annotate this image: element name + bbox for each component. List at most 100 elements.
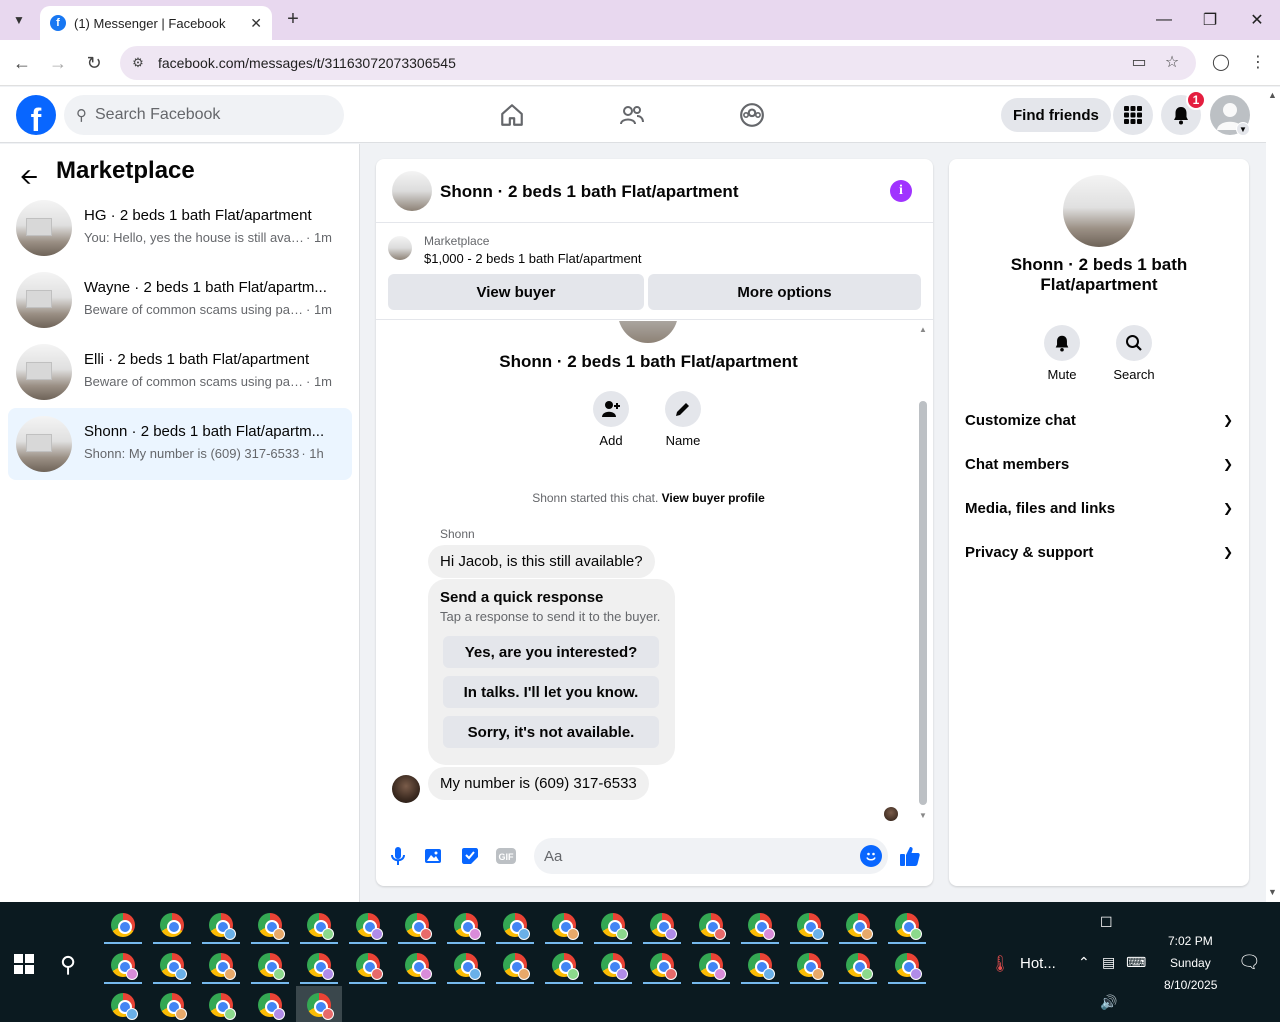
reload-icon[interactable]: ↻ (82, 51, 106, 75)
facebook-logo-icon[interactable]: f (16, 95, 56, 135)
taskbar-chrome-window-icon[interactable] (247, 946, 293, 984)
taskbar-chrome-window-icon[interactable] (590, 946, 636, 984)
taskbar-chrome-window-icon[interactable] (198, 986, 244, 1022)
taskbar-chrome-window-icon[interactable] (541, 946, 587, 984)
notification-center-icon[interactable]: 🗨 (1238, 952, 1261, 973)
install-app-icon[interactable]: ▭ (1128, 51, 1150, 73)
taskbar-chrome-window-icon[interactable] (590, 906, 636, 944)
chat-thumbnail[interactable] (392, 171, 432, 211)
chrome-menu-icon[interactable]: ⋮ (1247, 51, 1269, 73)
add-people-action[interactable]: Add (581, 391, 641, 448)
taskbar-chrome-window-icon[interactable] (835, 906, 881, 944)
taskbar-chrome-window-icon[interactable] (688, 946, 734, 984)
microphone-icon[interactable] (386, 844, 410, 868)
tab-close-icon[interactable]: ✕ (250, 15, 262, 32)
home-nav-icon[interactable] (492, 95, 532, 135)
volume-icon[interactable]: 🔊 (1100, 994, 1117, 1011)
conversation-item[interactable]: HG · 2 beds 1 bath Flat/apartment You: H… (8, 192, 352, 264)
taskbar-chrome-window-icon[interactable] (345, 906, 391, 944)
conversation-item-active[interactable]: Shonn · 2 beds 1 bath Flat/apartm... Sho… (8, 408, 352, 480)
quick-response-button[interactable]: In talks. I'll let you know. (443, 676, 659, 708)
chat-title[interactable]: Shonn · 2 beds 1 bath Flat/apartment (440, 182, 738, 202)
taskbar-chrome-window-icon[interactable] (737, 906, 783, 944)
taskbar-chrome-window-icon[interactable] (639, 946, 685, 984)
conversation-item[interactable]: Elli · 2 beds 1 bath Flat/apartment Bewa… (8, 336, 352, 408)
message-scrollbar[interactable]: ▲ ▼ (918, 325, 928, 821)
taskbar-chrome-window-icon[interactable] (884, 946, 930, 984)
taskbar-chrome-window-icon[interactable] (296, 946, 342, 984)
taskbar-chrome-window-icon[interactable] (247, 986, 293, 1022)
media-files-links-section[interactable]: Media, files and links ❯ (965, 490, 1233, 526)
search-chat-action[interactable]: Search (1104, 325, 1164, 382)
message-input[interactable] (544, 847, 844, 865)
taskbar-chrome-window-icon[interactable] (149, 906, 195, 944)
gif-icon[interactable]: GIF (494, 844, 518, 868)
taskbar-chrome-window-icon[interactable] (737, 946, 783, 984)
taskbar-chrome-window-icon[interactable] (884, 906, 930, 944)
taskbar-search-icon[interactable]: ⚲ (60, 952, 76, 978)
taskbar-chrome-window-icon[interactable] (492, 906, 538, 944)
page-scrollbar[interactable]: ▲ ▼ (1266, 87, 1280, 902)
message-input-box[interactable] (534, 838, 888, 874)
scroll-down-icon[interactable]: ▼ (918, 811, 928, 820)
friends-nav-icon[interactable] (612, 95, 652, 135)
weather-text[interactable]: Hot... (1020, 955, 1056, 972)
taskbar-chrome-window-icon[interactable] (100, 986, 146, 1022)
facebook-search[interactable]: ⚲ (64, 95, 344, 135)
taskbar-chrome-window-icon[interactable] (541, 906, 587, 944)
page-scroll-up-icon[interactable]: ▲ (1268, 90, 1277, 100)
new-tab-icon[interactable]: + (282, 8, 304, 30)
tab-search-dropdown-icon[interactable]: ▼ (6, 7, 32, 33)
scroll-thumb[interactable] (919, 401, 927, 805)
forward-icon[interactable]: → (46, 51, 70, 75)
taskbar-chrome-window-icon[interactable] (100, 946, 146, 984)
taskbar-chrome-window-icon[interactable] (394, 906, 440, 944)
privacy-support-section[interactable]: Privacy & support ❯ (965, 534, 1233, 570)
page-scroll-down-icon[interactable]: ▼ (1268, 887, 1277, 897)
photo-icon[interactable] (422, 844, 446, 868)
bookmark-star-icon[interactable]: ☆ (1161, 51, 1183, 73)
taskbar-chrome-window-icon[interactable] (247, 906, 293, 944)
sender-avatar[interactable] (392, 775, 420, 803)
taskbar-chrome-window-icon[interactable] (394, 946, 440, 984)
groups-nav-icon[interactable] (732, 95, 772, 135)
tray-chevron-up-icon[interactable]: ⌃ (1078, 954, 1090, 971)
taskbar-chrome-window-icon[interactable] (296, 906, 342, 944)
sticker-icon[interactable] (458, 844, 482, 868)
view-buyer-profile-link[interactable]: View buyer profile (662, 491, 765, 505)
profile-icon[interactable]: ◯ (1210, 51, 1232, 73)
omnibox[interactable]: ⚙ facebook.com/messages/t/31163072073306… (120, 46, 1196, 80)
taskbar-chrome-window-icon[interactable] (100, 906, 146, 944)
back-icon[interactable]: ← (10, 51, 34, 75)
taskbar-chrome-window-icon[interactable] (688, 906, 734, 944)
taskbar-chrome-window-icon[interactable] (786, 906, 832, 944)
taskbar-chrome-window-icon[interactable] (639, 906, 685, 944)
taskbar-chrome-window-icon[interactable] (443, 946, 489, 984)
taskbar-chrome-window-icon[interactable] (198, 946, 244, 984)
thumbs-up-icon[interactable] (898, 844, 922, 868)
listing-price-title[interactable]: $1,000 - 2 beds 1 bath Flat/apartment (424, 251, 642, 266)
windows-start-icon[interactable] (14, 954, 34, 974)
mute-action[interactable]: Mute (1032, 325, 1092, 382)
site-settings-icon[interactable]: ⚙ (130, 55, 146, 71)
window-close-icon[interactable]: ✕ (1245, 8, 1269, 32)
taskbar-chrome-window-icon[interactable] (443, 906, 489, 944)
meet-now-icon[interactable]: ☐ (1100, 914, 1113, 931)
more-options-button[interactable]: More options (648, 274, 921, 310)
taskbar-chrome-window-icon[interactable] (786, 946, 832, 984)
taskbar-chrome-window-icon[interactable] (835, 946, 881, 984)
browser-tab[interactable]: f (1) Messenger | Facebook ✕ (40, 6, 272, 40)
clock-time[interactable]: 7:02 PM (1168, 934, 1213, 948)
minimize-icon[interactable]: — (1152, 8, 1176, 32)
view-buyer-button[interactable]: View buyer (388, 274, 644, 310)
keyboard-icon[interactable]: ⌨ (1126, 954, 1146, 971)
find-friends-button[interactable]: Find friends (1001, 98, 1111, 132)
menu-grid-icon[interactable] (1113, 95, 1153, 135)
taskbar-chrome-window-icon[interactable] (149, 986, 195, 1022)
taskbar-chrome-window-icon[interactable] (296, 986, 342, 1022)
conversation-item[interactable]: Wayne · 2 beds 1 bath Flat/apartm... Bew… (8, 264, 352, 336)
weather-thermometer-icon[interactable]: 🌡 (990, 954, 1010, 974)
clock-date[interactable]: 8/10/2025 (1164, 978, 1217, 992)
scroll-up-icon[interactable]: ▲ (918, 325, 928, 334)
taskbar-chrome-window-icon[interactable] (492, 946, 538, 984)
